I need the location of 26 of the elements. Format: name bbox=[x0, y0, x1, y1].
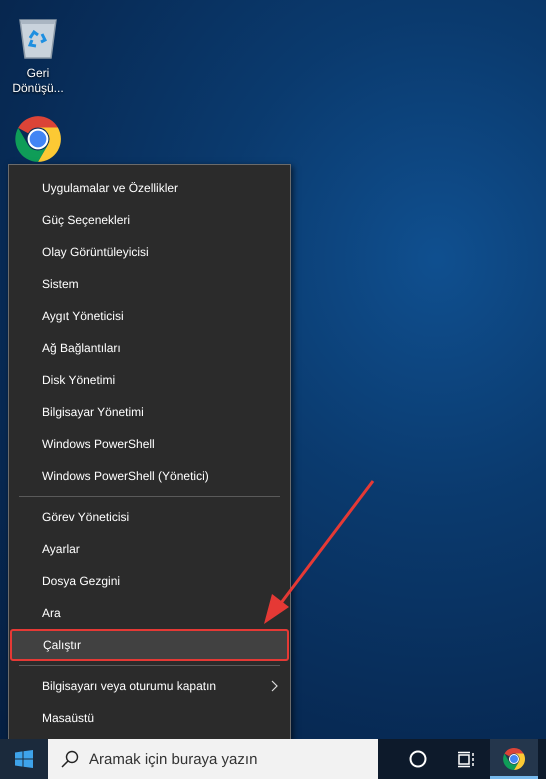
menu-item[interactable]: Bilgisayar Yönetimi bbox=[9, 396, 290, 428]
browser-icon bbox=[13, 114, 63, 164]
menu-item[interactable]: Ara bbox=[9, 597, 290, 629]
icon-label: Geri Dönüşü... bbox=[11, 66, 65, 96]
menu-item[interactable]: Çalıştır bbox=[10, 629, 289, 661]
menu-item[interactable]: Görev Yöneticisi bbox=[9, 501, 290, 533]
windows-icon[interactable] bbox=[15, 750, 33, 768]
menu-item[interactable]: Ayarlar bbox=[9, 533, 290, 565]
menu-item[interactable]: Aygıt Yöneticisi bbox=[9, 300, 290, 332]
menu-item[interactable]: Ağ Bağlantıları bbox=[9, 332, 290, 364]
task-view-icon[interactable] bbox=[457, 750, 475, 768]
menu-item[interactable]: Windows PowerShell (Yönetici) bbox=[9, 460, 290, 492]
search-field[interactable]: Aramak için buraya yazın bbox=[48, 739, 378, 779]
menu-item[interactable]: Dosya Gezgini bbox=[9, 565, 290, 597]
menu-item[interactable]: Windows PowerShell bbox=[9, 428, 290, 460]
menu-item[interactable]: Sistem bbox=[9, 268, 290, 300]
menu-item[interactable]: Disk Yönetimi bbox=[9, 364, 290, 396]
menu-item[interactable]: Güç Seçenekleri bbox=[9, 204, 290, 236]
browser-icon bbox=[502, 747, 526, 771]
menu-item[interactable]: Bilgisayarı veya oturumu kapatın bbox=[9, 670, 290, 702]
menu-item[interactable]: Uygulamalar ve Özellikler bbox=[9, 172, 290, 204]
taskbar-button[interactable] bbox=[490, 739, 538, 779]
search-icon bbox=[61, 750, 79, 768]
circle-icon[interactable] bbox=[409, 750, 427, 768]
menu-item[interactable]: Masaüstü bbox=[9, 702, 290, 734]
menu-item[interactable]: Olay Görüntüleyicisi bbox=[9, 236, 290, 268]
